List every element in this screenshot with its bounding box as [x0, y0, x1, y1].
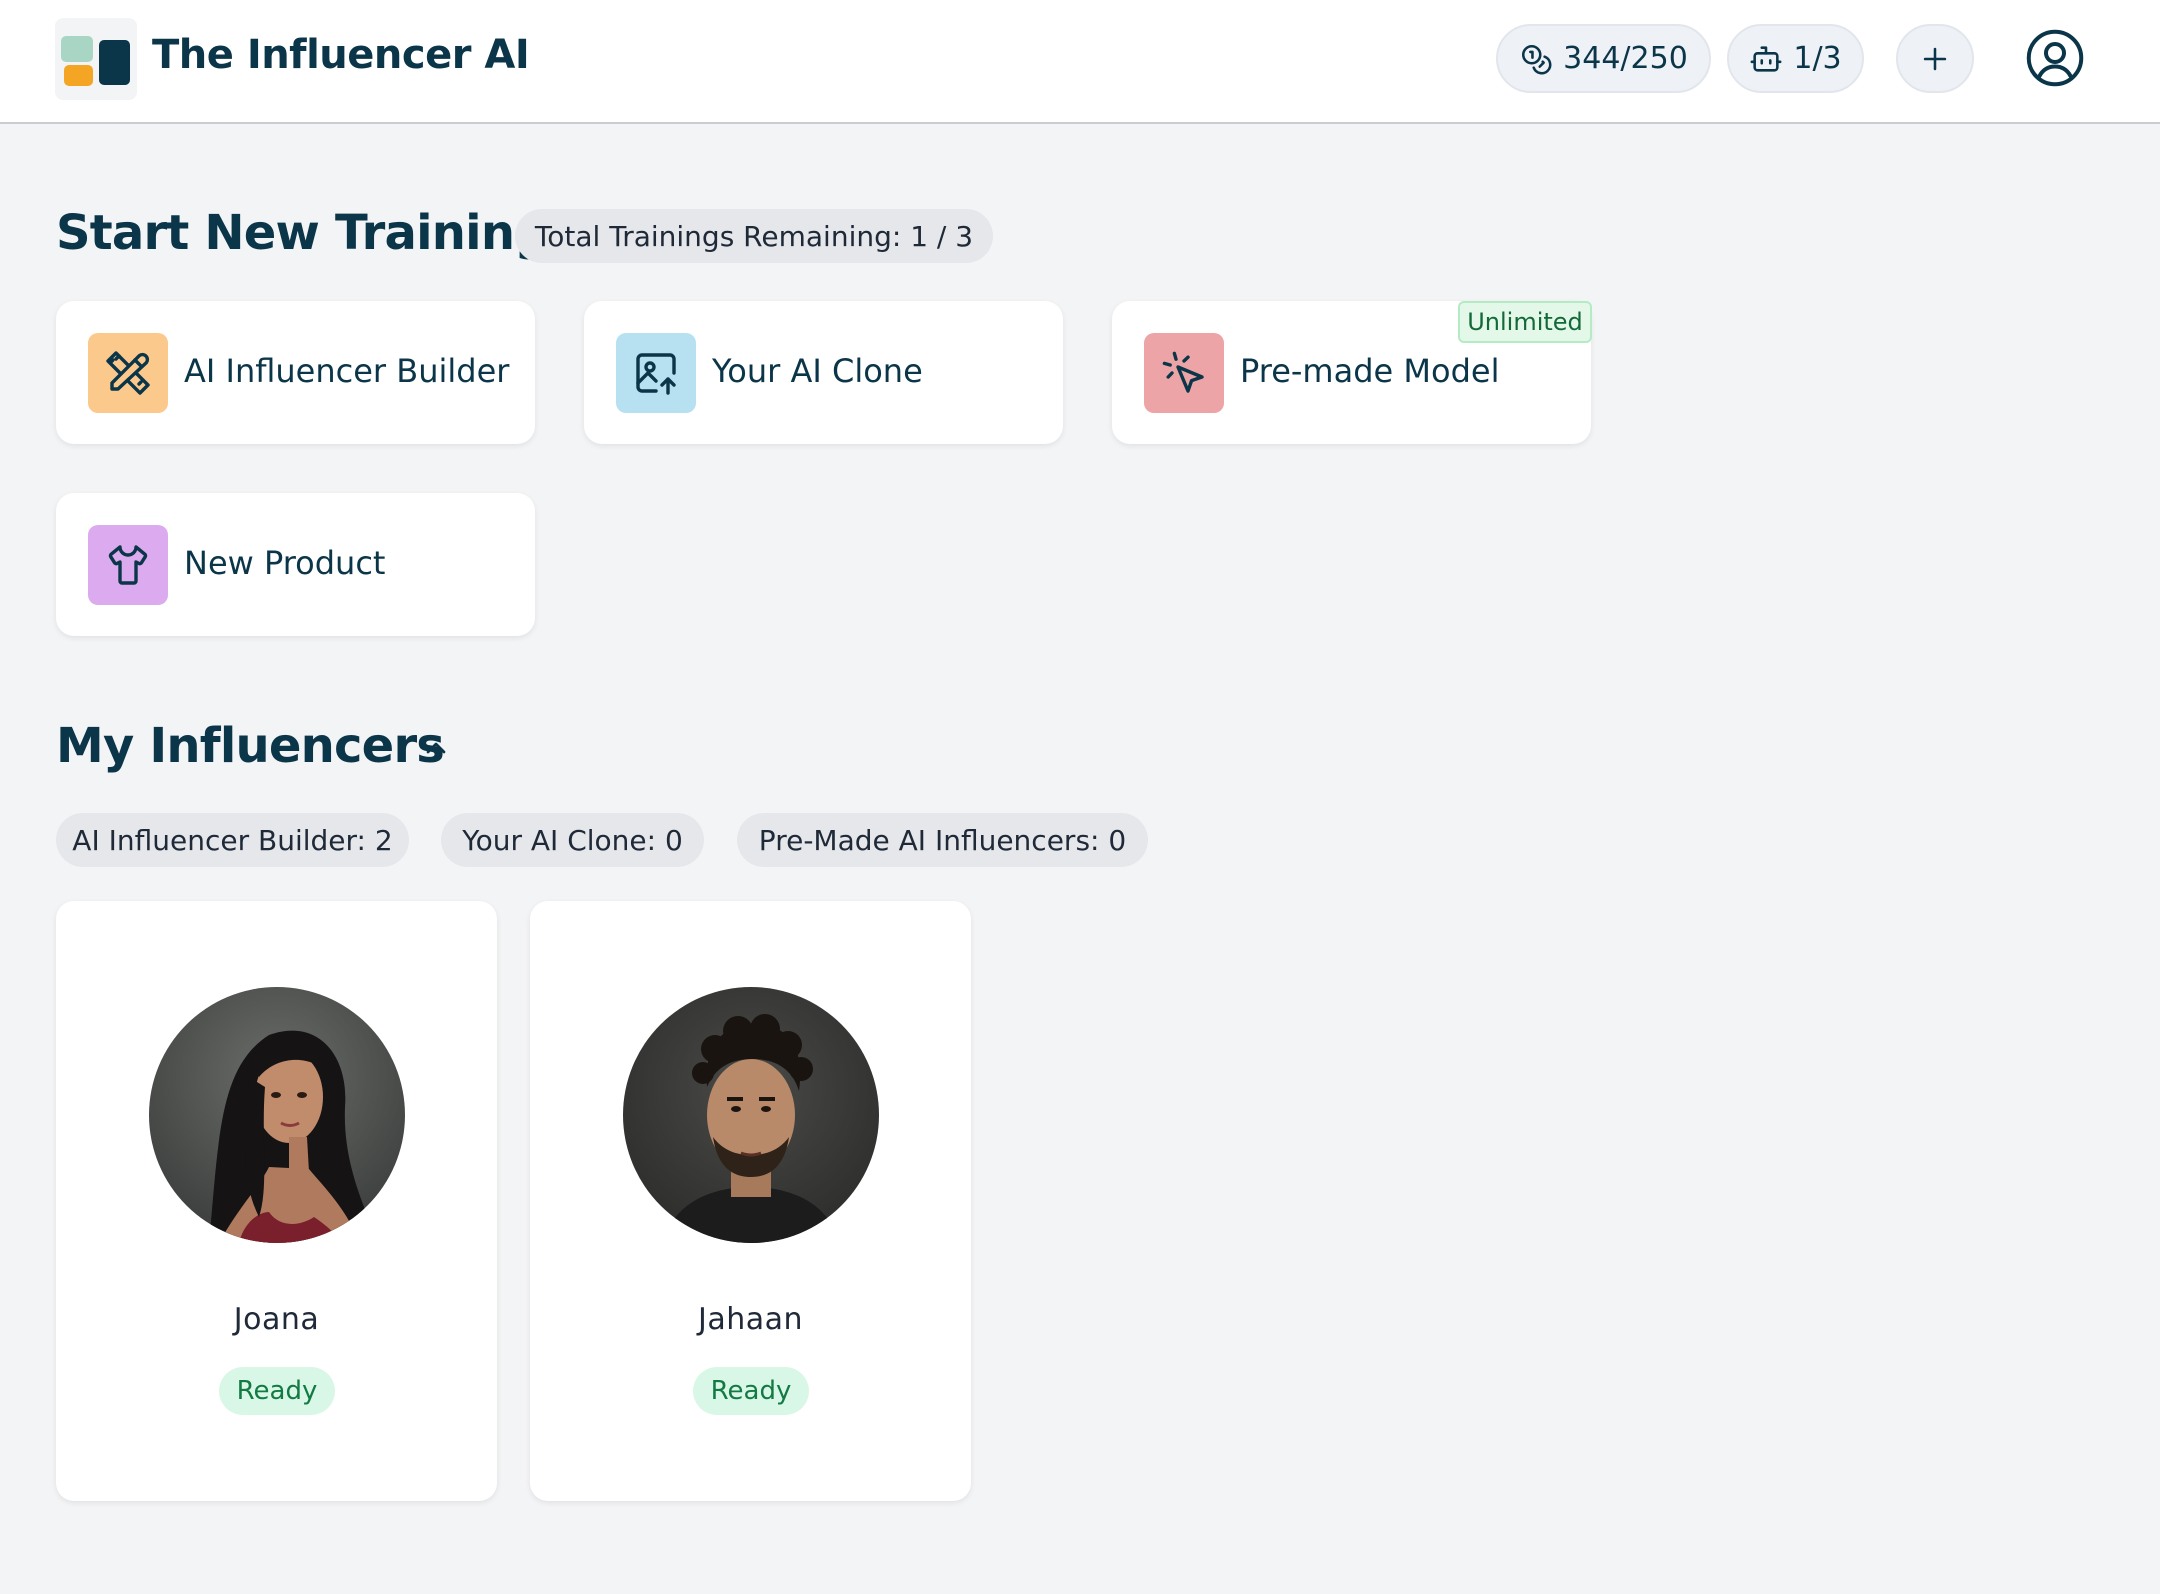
profile-avatar-icon[interactable]: [2025, 28, 2085, 88]
filter-your-ai-clone[interactable]: Your AI Clone: 0: [441, 813, 704, 867]
status-badge: Ready: [219, 1367, 335, 1415]
cursor-click-icon: [1162, 351, 1204, 393]
tools-icon: [106, 351, 150, 395]
shirt-icon: [108, 545, 148, 585]
unlimited-badge: Unlimited: [1458, 301, 1592, 343]
card-label: AI Influencer Builder: [184, 352, 510, 390]
card-label: Your AI Clone: [712, 352, 923, 390]
card-label: New Product: [184, 544, 386, 582]
avatar: [623, 987, 879, 1243]
influencer-card-jahaan[interactable]: Jahaan Ready: [530, 901, 971, 1501]
add-button[interactable]: [1896, 24, 1974, 93]
models-counter[interactable]: 1/3: [1727, 24, 1864, 93]
your-ai-clone-card[interactable]: Your AI Clone: [584, 301, 1063, 444]
woman-portrait-image: [149, 987, 405, 1243]
status-badge: Ready: [693, 1367, 809, 1415]
filter-pre-made-ai-influencers[interactable]: Pre-Made AI Influencers: 0: [737, 813, 1148, 867]
new-product-card[interactable]: New Product: [56, 493, 535, 636]
trainings-remaining-badge: Total Trainings Remaining: 1 / 3: [515, 209, 993, 263]
influencer-card-joana[interactable]: Joana Ready: [56, 901, 497, 1501]
plus-icon: [1923, 47, 1947, 70]
credits-value: 344/250: [1563, 41, 1688, 76]
robot-icon: [1750, 45, 1782, 72]
image-upload-icon: [636, 353, 676, 395]
my-influencers-heading: My Influencers: [56, 718, 445, 774]
filter-ai-influencer-builder[interactable]: AI Influencer Builder: 2: [56, 813, 409, 867]
brand-name[interactable]: The Influencer AI: [152, 32, 530, 78]
models-value: 1/3: [1793, 41, 1842, 76]
credits-counter[interactable]: 344/250: [1496, 24, 1711, 93]
top-bar: The Influencer AI 344/250 1/3: [0, 0, 2160, 124]
coins-icon: [1522, 44, 1552, 74]
chevron-up-icon[interactable]: [420, 732, 452, 764]
start-training-heading: Start New Training: [56, 205, 549, 261]
ai-influencer-builder-card[interactable]: AI Influencer Builder: [56, 301, 535, 444]
brand-logo-icon[interactable]: [55, 18, 137, 100]
avatar: [149, 987, 405, 1243]
influencer-name: Joana: [233, 1302, 320, 1337]
card-label: Pre-made Model: [1240, 352, 1500, 390]
influencer-name: Jahaan: [697, 1302, 804, 1337]
man-portrait-image: [623, 987, 879, 1243]
